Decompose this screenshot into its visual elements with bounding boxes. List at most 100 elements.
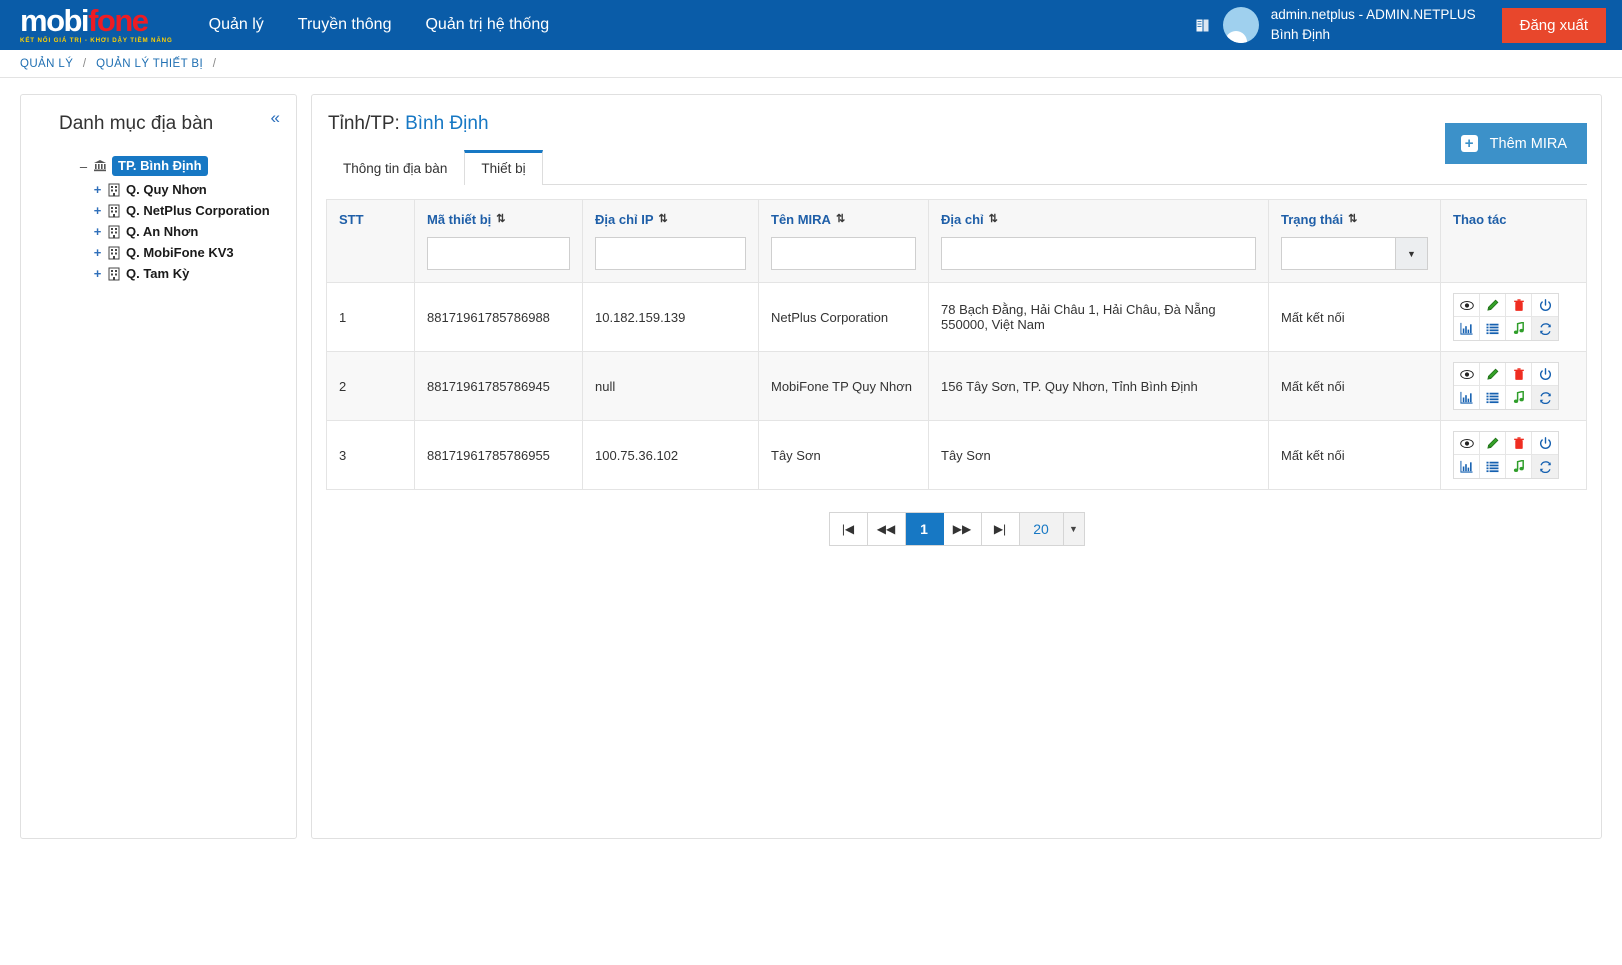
chevron-down-icon[interactable]: ▼ (1395, 237, 1428, 270)
tree-toggle-plus-icon[interactable]: + (93, 245, 102, 260)
tree-label-netplus-corporation[interactable]: Q. NetPlus Corporation (126, 203, 270, 218)
power-toggle-icon[interactable] (1532, 363, 1558, 386)
pagination-last-button[interactable]: ▶| (981, 513, 1020, 545)
view-eye-icon[interactable] (1454, 363, 1480, 386)
statistics-chart-icon[interactable] (1454, 317, 1480, 340)
device-table: STT Mã thiết bị ⇅ Địa chỉ IP ⇅ Tên MIRA … (326, 199, 1587, 490)
sort-icon[interactable]: ⇅ (659, 214, 668, 225)
sidebar-panel: Danh mục địa bàn « – TP. Bình Định + Q. … (20, 94, 297, 839)
column-header-trang-thai[interactable]: Trạng thái ⇅ ▼ (1268, 199, 1441, 283)
tree-label-mobifone-kv3[interactable]: Q. MobiFone KV3 (126, 245, 234, 260)
sort-icon[interactable]: ⇅ (836, 214, 845, 225)
sync-refresh-icon[interactable] (1532, 386, 1558, 409)
tree-label-an-nhon[interactable]: Q. An Nhơn (126, 224, 198, 239)
view-eye-icon[interactable] (1454, 294, 1480, 317)
chevron-down-icon[interactable]: ▼ (1063, 513, 1084, 545)
manual-book-icon[interactable] (1194, 17, 1211, 34)
filter-input-dia-chi[interactable] (941, 237, 1256, 270)
top-navigation-bar: mobifone KẾT NỐI GIÁ TRỊ - KHƠI DẬY TIỀM… (0, 0, 1622, 50)
logo-text-mobi: mobi (20, 2, 90, 38)
filter-input-ten-mira[interactable] (771, 237, 916, 270)
nav-item-quan-ly[interactable]: Quản lý (207, 10, 266, 40)
tree-node-quy-nhon[interactable]: + Q. Quy Nhơn (79, 179, 286, 200)
nav-item-quan-tri-he-thong[interactable]: Quản trị hệ thống (423, 10, 551, 40)
table-row[interactable]: 1 88171961785786988 10.182.159.139 NetPl… (326, 282, 1587, 352)
sync-refresh-icon[interactable] (1532, 455, 1558, 478)
table-head: STT Mã thiết bị ⇅ Địa chỉ IP ⇅ Tên MIRA … (326, 199, 1587, 283)
tree-toggle-plus-icon[interactable]: + (93, 203, 102, 218)
column-label-ma-thiet-bi: Mã thiết bị ⇅ (427, 212, 506, 227)
log-list-icon[interactable] (1480, 317, 1506, 340)
power-toggle-icon[interactable] (1532, 432, 1558, 455)
sort-icon[interactable]: ⇅ (496, 214, 505, 225)
sort-icon[interactable]: ⇅ (989, 214, 998, 225)
column-header-ten-mira[interactable]: Tên MIRA ⇅ (758, 199, 929, 283)
page-size-value[interactable]: 20 (1019, 513, 1064, 545)
tree-label-tam-ky[interactable]: Q. Tam Kỳ (126, 266, 189, 281)
table-row[interactable]: 2 88171961785786945 null MobiFone TP Quy… (326, 351, 1587, 421)
pagination-page-1[interactable]: 1 (905, 513, 944, 545)
delete-trash-icon[interactable] (1506, 294, 1532, 317)
audio-music-icon[interactable] (1506, 317, 1532, 340)
tab-thiet-bi[interactable]: Thiết bị (464, 150, 543, 186)
building-icon (107, 266, 121, 281)
tree-node-an-nhon[interactable]: + Q. An Nhơn (79, 221, 286, 242)
power-toggle-icon[interactable] (1532, 294, 1558, 317)
nav-item-truyen-thong[interactable]: Truyền thông (296, 10, 394, 40)
audio-music-icon[interactable] (1506, 455, 1532, 478)
cell-stt: 1 (326, 282, 415, 352)
breadcrumb: QUẢN LÝ / QUẢN LÝ THIẾT BỊ / (0, 50, 1622, 78)
delete-trash-icon[interactable] (1506, 363, 1532, 386)
tab-thong-tin-dia-ban[interactable]: Thông tin địa bàn (326, 150, 465, 185)
sync-refresh-icon[interactable] (1532, 317, 1558, 340)
tree-node-tp-binh-dinh[interactable]: – TP. Bình Định (79, 153, 286, 179)
filter-select-trang-thai[interactable]: ▼ (1281, 237, 1428, 270)
delete-trash-icon[interactable] (1506, 432, 1532, 455)
sort-icon[interactable]: ⇅ (1348, 214, 1357, 225)
edit-pencil-icon[interactable] (1480, 432, 1506, 455)
pagination-next-button[interactable]: ▶▶ (943, 513, 982, 545)
column-header-dia-chi-ip[interactable]: Địa chỉ IP ⇅ (582, 199, 759, 283)
column-header-ma-thiet-bi[interactable]: Mã thiết bị ⇅ (414, 199, 583, 283)
tree-node-mobifone-kv3[interactable]: + Q. MobiFone KV3 (79, 242, 286, 263)
statistics-chart-icon[interactable] (1454, 455, 1480, 478)
plus-icon: + (1460, 135, 1478, 152)
tree-node-tam-ky[interactable]: + Q. Tam Kỳ (79, 263, 286, 284)
tree-toggle-plus-icon[interactable]: + (93, 182, 102, 197)
tree-label-quy-nhon[interactable]: Q. Quy Nhơn (126, 182, 207, 197)
avatar-body (1225, 31, 1248, 43)
filter-input-dia-chi-ip[interactable] (595, 237, 746, 270)
cell-ten-mira: MobiFone TP Quy Nhơn (758, 351, 929, 421)
breadcrumb-item-quan-ly[interactable]: QUẢN LÝ (20, 58, 73, 70)
column-header-dia-chi[interactable]: Địa chỉ ⇅ (928, 199, 1269, 283)
tree-node-netplus-corporation[interactable]: + Q. NetPlus Corporation (79, 200, 286, 221)
column-text-dia-chi-ip: Địa chỉ IP (595, 212, 654, 227)
tree-label-tp-binh-dinh[interactable]: TP. Bình Định (112, 156, 208, 176)
statistics-chart-icon[interactable] (1454, 386, 1480, 409)
user-region: Bình Định (1270, 27, 1331, 42)
pagination-first-button[interactable]: |◀ (829, 513, 868, 545)
breadcrumb-item-quan-ly-thiet-bi[interactable]: QUẢN LÝ THIẾT BỊ (96, 58, 203, 70)
device-table-container: STT Mã thiết bị ⇅ Địa chỉ IP ⇅ Tên MIRA … (326, 199, 1587, 546)
sidebar-collapse-icon[interactable]: « (271, 109, 280, 126)
view-eye-icon[interactable] (1454, 432, 1480, 455)
pagination-prev-button[interactable]: ◀◀ (867, 513, 906, 545)
log-list-icon[interactable] (1480, 455, 1506, 478)
filter-input-ma-thiet-bi[interactable] (427, 237, 570, 270)
cell-dia-chi-ip: null (582, 351, 759, 421)
tree-toggle-plus-icon[interactable]: + (93, 224, 102, 239)
edit-pencil-icon[interactable] (1480, 363, 1506, 386)
logout-button[interactable]: Đăng xuất (1501, 7, 1606, 43)
cell-thao-tac (1440, 282, 1587, 352)
mobifone-logo[interactable]: mobifone KẾT NỐI GIÁ TRỊ - KHƠI DẬY TIỀM… (20, 2, 173, 44)
tree-toggle-minus-icon[interactable]: – (79, 159, 88, 174)
avatar[interactable] (1222, 7, 1259, 43)
filter-select-value[interactable] (1281, 237, 1395, 270)
tree-toggle-plus-icon[interactable]: + (93, 266, 102, 281)
log-list-icon[interactable] (1480, 386, 1506, 409)
edit-pencil-icon[interactable] (1480, 294, 1506, 317)
table-row[interactable]: 3 88171961785786955 100.75.36.102 Tây Sơ… (326, 420, 1587, 490)
audio-music-icon[interactable] (1506, 386, 1532, 409)
column-header-stt: STT (326, 199, 415, 283)
add-mira-button[interactable]: + Thêm MIRA (1444, 123, 1587, 164)
